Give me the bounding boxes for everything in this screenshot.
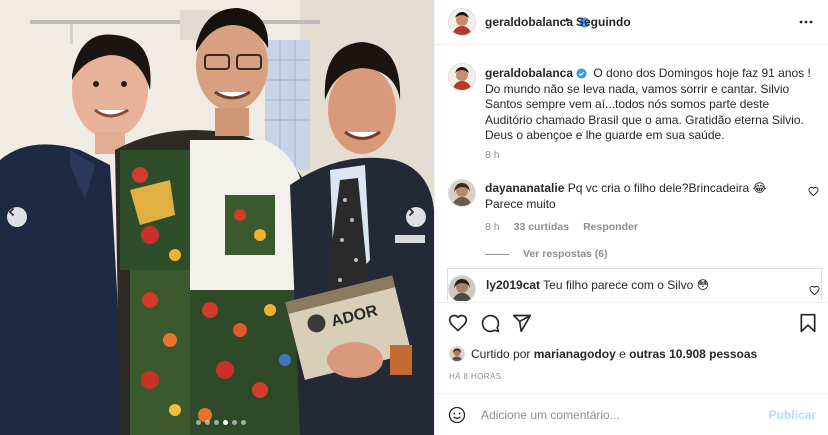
bookmark-icon[interactable] (799, 313, 817, 333)
following-button[interactable]: Seguindo (576, 15, 631, 29)
comment-icon[interactable] (480, 313, 500, 333)
comment-avatar[interactable] (448, 275, 476, 301)
previous-photo-button[interactable] (7, 207, 27, 227)
separator-dot: • (565, 13, 570, 27)
emoji-icon[interactable] (448, 406, 466, 424)
carousel-dot (232, 420, 237, 425)
avatar-image (449, 180, 475, 206)
comment-likes[interactable]: 33 curtidas (514, 221, 569, 233)
view-replies-button[interactable]: Ver respostas (6) (485, 248, 608, 260)
others-likes-link[interactable]: outras 10.908 pessoas (629, 347, 757, 361)
replies-divider (485, 253, 509, 255)
verified-icon (576, 68, 587, 79)
comment-avatar[interactable] (448, 179, 476, 207)
carousel-dot-active (223, 420, 228, 425)
heart-icon[interactable] (448, 313, 468, 333)
comment-focused: ly2019cat Teu filho parece com o Silvo 😳 (447, 268, 822, 301)
liker-avatar[interactable] (449, 346, 465, 362)
comment-username[interactable]: ly2019cat (486, 278, 540, 292)
view-replies-label[interactable]: Ver respostas (6) (523, 248, 608, 260)
author-username[interactable]: geraldobalanca (485, 15, 590, 29)
likes-connector: e (619, 347, 626, 361)
post-actions (435, 302, 828, 345)
carousel-dot (205, 420, 210, 425)
share-icon[interactable] (512, 313, 532, 333)
comment-input[interactable] (479, 402, 763, 428)
comment-username[interactable]: dayananatalie (485, 181, 564, 195)
post-details-panel: geraldobalanca • Seguindo geraldobalanca… (434, 0, 828, 435)
comment: ly2019cat Teu filho parece com o Silvo 😳 (486, 278, 709, 292)
like-comment-heart-icon[interactable] (809, 285, 820, 296)
caption-username-text[interactable]: geraldobalanca (485, 66, 573, 80)
comment: dayananatalie Pq vc cria o filho dele?Br… (485, 181, 795, 212)
carousel-indicator (196, 420, 246, 425)
liker-username[interactable]: marianagodoy (534, 347, 616, 361)
carousel-dot (241, 420, 246, 425)
more-icon[interactable] (798, 14, 814, 30)
comment-meta: 8 h 33 curtidas Responder (485, 221, 638, 233)
reply-button[interactable]: Responder (583, 221, 638, 233)
chevron-left-icon (8, 207, 15, 217)
caption-username[interactable]: geraldobalanca (485, 66, 587, 80)
add-comment-bar: Publicar (435, 393, 828, 435)
avatar-image (449, 276, 475, 301)
carousel-dot (196, 420, 201, 425)
author-username-text[interactable]: geraldobalanca (485, 15, 573, 29)
photo-illustration: ADOR (0, 0, 434, 435)
carousel-dot (214, 420, 219, 425)
comment-text: Teu filho parece com o Silvo 😳 (543, 278, 710, 292)
chevron-right-icon (408, 207, 415, 217)
caption-timestamp[interactable]: 8 h (485, 149, 500, 161)
avatar-image (450, 347, 464, 361)
instagram-post-view: ADOR geraldobalanca • Seguindo geraldoba… (0, 0, 828, 435)
author-avatar[interactable] (448, 8, 476, 36)
like-comment-heart-icon[interactable] (808, 186, 819, 197)
post-photo: ADOR (0, 0, 434, 435)
publish-button[interactable]: Publicar (769, 408, 816, 422)
avatar-image (449, 9, 475, 35)
post-header: geraldobalanca • Seguindo (435, 0, 828, 45)
post-caption: geraldobalanca O dono dos Domingos hoje … (485, 66, 815, 144)
caption-avatar[interactable] (448, 63, 476, 91)
likes-summary: Curtido por marianagodoy e outras 10.908… (449, 346, 757, 362)
next-photo-button[interactable] (406, 207, 426, 227)
comment-timestamp[interactable]: 8 h (485, 221, 500, 233)
likes-prefix: Curtido por (471, 347, 531, 361)
post-age[interactable]: HÁ 8 HORAS (449, 372, 501, 381)
avatar-image (449, 64, 475, 90)
